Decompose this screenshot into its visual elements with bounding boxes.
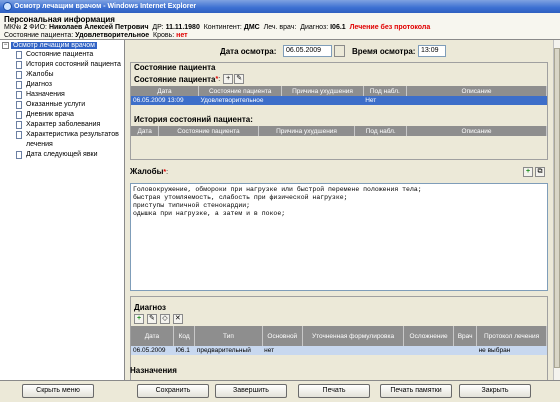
tree-item-complaints[interactable]: Жалобы bbox=[2, 70, 122, 80]
scrollbar-thumb[interactable] bbox=[554, 48, 560, 368]
main-panel: Дата осмотра: 06.05.2009 Время осмотра: … bbox=[126, 40, 553, 388]
delete-diagnosis-icon[interactable]: ✕ bbox=[172, 314, 183, 324]
diagnosis-table: Дата Код Тип Основной Уточненная формули… bbox=[131, 326, 547, 355]
diagnosis-title: Диагноз bbox=[134, 303, 166, 312]
col-date[interactable]: Дата bbox=[131, 86, 199, 96]
fio-value: Николаев Алексей Петрович bbox=[48, 24, 149, 31]
tree-item-diary[interactable]: Дневник врача bbox=[2, 110, 122, 120]
tree-root[interactable]: − Осмотр лечащим врачом bbox=[2, 42, 122, 49]
patient-state-toolbar: Состояние пациента *: + ✎ bbox=[131, 72, 547, 86]
document-icon bbox=[16, 51, 22, 59]
vertical-scrollbar[interactable] bbox=[553, 40, 560, 380]
add-complaint-icon[interactable]: + bbox=[523, 167, 533, 177]
calendar-button[interactable] bbox=[334, 45, 345, 57]
complaints-header: Жалобы*: + ⧉ bbox=[130, 167, 548, 181]
complaints-title: Жалобы bbox=[130, 167, 164, 176]
diag-value: I06.1 bbox=[330, 24, 346, 31]
state-label: Состояние пациента: bbox=[4, 32, 74, 39]
blood-value: нет bbox=[176, 32, 188, 39]
copy-complaint-icon[interactable]: ⧉ bbox=[535, 167, 545, 177]
document-icon bbox=[16, 151, 22, 159]
mk-label: МК№ bbox=[4, 24, 22, 31]
diagnosis-toolbar: + ✎ ◇ ✕ bbox=[131, 312, 547, 326]
add-diagnosis-icon[interactable]: + bbox=[134, 314, 144, 324]
col-reason[interactable]: Причина ухудшения bbox=[281, 86, 364, 96]
exam-time-input[interactable]: 13:09 bbox=[418, 45, 446, 57]
tree-item-assignments[interactable]: Назначения bbox=[2, 90, 122, 100]
header-title: Персональная информация bbox=[4, 15, 115, 24]
document-icon bbox=[16, 101, 22, 109]
required-marker: * bbox=[163, 169, 167, 176]
save-button[interactable]: Сохранить bbox=[137, 384, 209, 398]
dob-label: ДР: bbox=[152, 24, 164, 31]
finish-button[interactable]: Завершить bbox=[215, 384, 287, 398]
patient-state-subtitle: Состояние пациента bbox=[134, 74, 216, 84]
history-table: Дата Состояние пациента Причина ухудшени… bbox=[131, 126, 547, 136]
print-memo-button[interactable]: Печать памятки bbox=[380, 384, 452, 398]
document-icon bbox=[16, 81, 22, 89]
document-icon bbox=[16, 71, 22, 79]
history-title: История состояний пациента: bbox=[134, 115, 253, 124]
col-observation[interactable]: Под набл. bbox=[363, 86, 408, 96]
diagnosis-section: Диагноз + ✎ ◇ ✕ Дата Код Тип Основной Ут… bbox=[130, 296, 548, 388]
table-row[interactable]: 06.05.2009 I06.1 предварительный нет не … bbox=[131, 346, 547, 355]
patient-state-row: Состояние пациента: Удовлетворительное К… bbox=[4, 32, 556, 40]
window-title: Осмотр лечащим врачом - Windows Internet… bbox=[14, 3, 197, 10]
ie-icon bbox=[3, 2, 12, 11]
document-icon bbox=[16, 111, 22, 119]
edit-state-icon[interactable]: ✎ bbox=[234, 74, 245, 84]
close-button[interactable]: Закрыть bbox=[459, 384, 531, 398]
contingent-label: Контингент: bbox=[203, 24, 242, 31]
tree-item-treatment-results[interactable]: Характеристика результатов лечения bbox=[2, 130, 122, 150]
col-description[interactable]: Описание bbox=[406, 86, 547, 96]
print-button[interactable]: Печать bbox=[298, 384, 370, 398]
tree-item-state[interactable]: Состояние пациента bbox=[2, 50, 122, 60]
patient-info-row: МК№ 2 ФИО: Николаев Алексей Петрович ДР:… bbox=[4, 24, 556, 32]
add-state-icon[interactable]: + bbox=[223, 74, 234, 84]
exam-datetime-bar: Дата осмотра: 06.05.2009 Время осмотра: … bbox=[126, 45, 553, 59]
col-state[interactable]: Состояние пациента bbox=[198, 86, 283, 96]
blood-label: Кровь: bbox=[153, 32, 175, 39]
patient-state-table: Дата Состояние пациента Причина ухудшени… bbox=[131, 86, 547, 105]
exam-date-label: Дата осмотра: bbox=[220, 47, 277, 56]
exam-date-input[interactable]: 06.05.2009 bbox=[283, 45, 332, 57]
exam-time-label: Время осмотра: bbox=[352, 47, 416, 56]
tree-item-next-visit[interactable]: Дата следующей явки bbox=[2, 150, 122, 160]
tree-root-label[interactable]: Осмотр лечащим врачом bbox=[11, 42, 97, 49]
document-icon bbox=[16, 61, 22, 69]
edit-diagnosis-icon[interactable]: ✎ bbox=[146, 314, 157, 324]
dob-value: 11.11.1980 bbox=[165, 24, 200, 31]
document-icon bbox=[16, 131, 22, 139]
state-value: Удовлетворительное bbox=[75, 32, 150, 39]
protocol-warning: Лечение без протокола bbox=[349, 24, 431, 31]
hide-menu-button[interactable]: Скрыть меню bbox=[22, 384, 94, 398]
mk-value: 2 bbox=[23, 24, 28, 31]
assignments-title: Назначения bbox=[130, 366, 177, 375]
patient-state-section-title: Состояние пациента bbox=[134, 63, 216, 72]
table-row[interactable]: 06.05.2009 13:09 Удовлетворительное Нет bbox=[131, 96, 547, 105]
patient-state-section: Состояние пациента Состояние пациента *:… bbox=[130, 62, 548, 160]
document-icon bbox=[16, 121, 22, 129]
tree-item-diagnosis[interactable]: Диагноз bbox=[2, 80, 122, 90]
diag-label: Диагноз: bbox=[300, 24, 329, 31]
document-icon bbox=[16, 91, 22, 99]
doctor-label: Леч. врач: bbox=[263, 24, 297, 31]
window-titlebar: Осмотр лечащим врачом - Windows Internet… bbox=[0, 0, 560, 13]
fio-label: ФИО: bbox=[29, 24, 47, 31]
collapse-icon[interactable]: − bbox=[2, 42, 9, 49]
view-diagnosis-icon[interactable]: ◇ bbox=[159, 314, 170, 324]
patient-header: Персональная информация МК№ 2 ФИО: Никол… bbox=[0, 13, 560, 40]
navigation-tree: − Осмотр лечащим врачом Состояние пациен… bbox=[0, 40, 125, 380]
complaints-textarea[interactable]: Головокружение, обмороки при нагрузке ил… bbox=[130, 183, 548, 291]
tree-item-history[interactable]: История состояний пациента bbox=[2, 60, 122, 70]
footer-toolbar: Скрыть меню Сохранить Завершить Печать П… bbox=[0, 380, 560, 402]
contingent-value: ДМС bbox=[243, 24, 260, 31]
required-marker: * bbox=[215, 75, 219, 83]
tree-item-services[interactable]: Оказанные услуги bbox=[2, 100, 122, 110]
tree-item-disease-character[interactable]: Характер заболевания bbox=[2, 120, 122, 130]
